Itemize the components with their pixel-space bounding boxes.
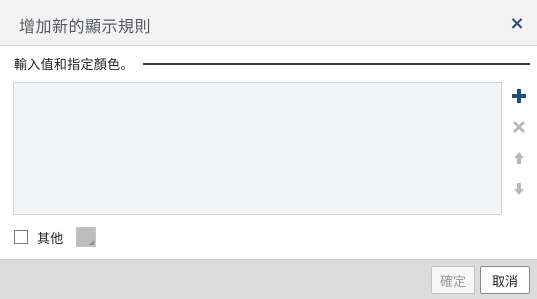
dialog-footer: 確定 取消 (0, 259, 537, 299)
close-button[interactable]: × (505, 11, 529, 35)
add-rule-button[interactable] (508, 84, 530, 108)
divider (142, 62, 530, 65)
other-label: 其他 (37, 231, 64, 247)
delete-x-icon (513, 121, 525, 133)
add-display-rule-dialog: 增加新的顯示規則 × 輸入值和指定顏色。 其他 確定 取消 (0, 0, 537, 299)
dialog-titlebar: 增加新的顯示規則 × (0, 0, 537, 46)
instruction-row: 輸入值和指定顏色。 (14, 52, 530, 74)
rules-list[interactable] (13, 82, 502, 215)
move-up-button[interactable] (508, 146, 530, 170)
plus-icon (512, 89, 526, 103)
delete-rule-button[interactable] (508, 115, 530, 139)
other-color-swatch[interactable] (75, 227, 96, 247)
arrow-down-icon (514, 183, 524, 195)
arrow-up-icon (514, 152, 524, 164)
other-checkbox[interactable] (14, 230, 28, 244)
move-down-button[interactable] (508, 177, 530, 201)
ok-button[interactable]: 確定 (431, 266, 475, 294)
instruction-text: 輸入值和指定顏色。 (14, 57, 134, 73)
rule-toolbar (508, 84, 530, 208)
cancel-button[interactable]: 取消 (480, 266, 530, 294)
close-icon: × (509, 12, 525, 34)
dialog-title: 增加新的顯示規則 (19, 17, 152, 36)
other-row: 其他 (14, 225, 96, 249)
